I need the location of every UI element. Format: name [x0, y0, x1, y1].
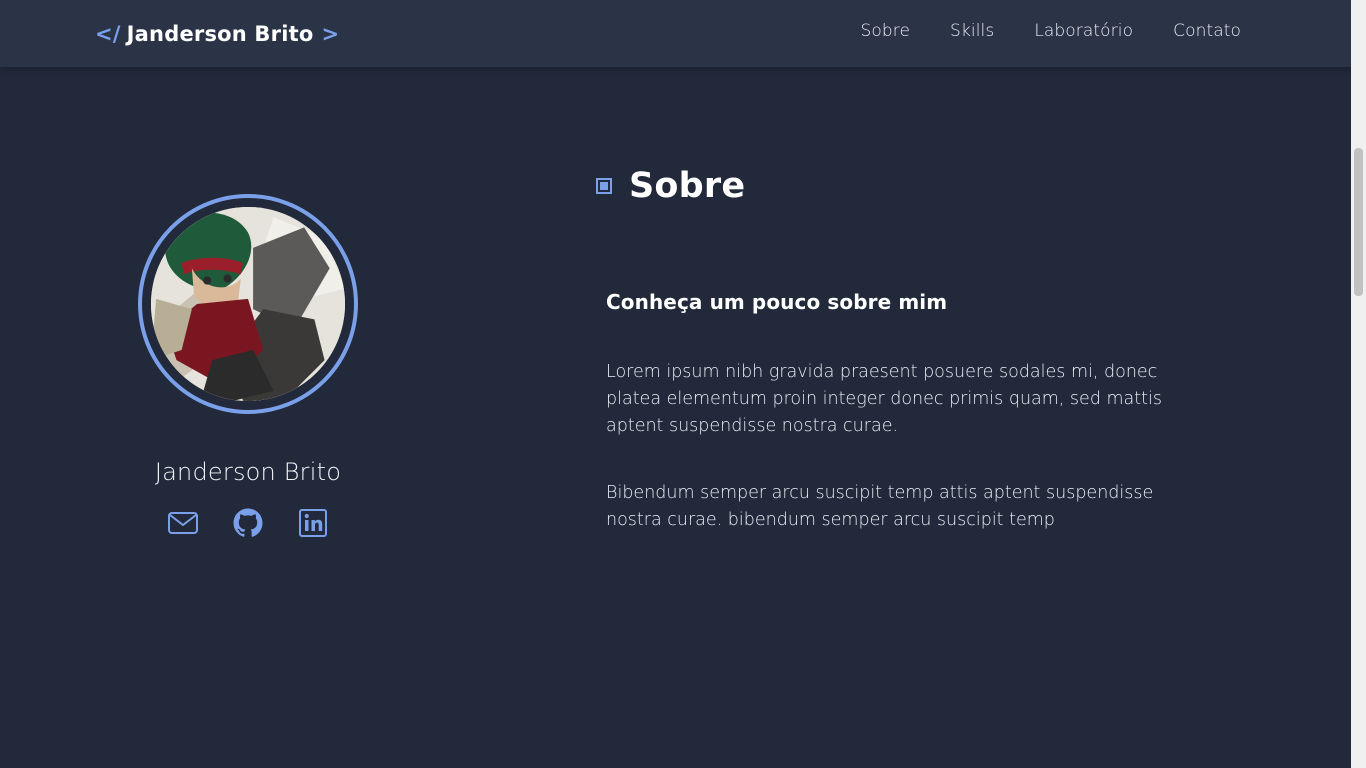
nav-link-contato[interactable]: Contato — [1173, 21, 1241, 41]
avatar-illustration — [151, 207, 345, 401]
logo-open-tag: </ — [95, 22, 121, 46]
vertical-scrollbar[interactable] — [1351, 0, 1366, 768]
top-navbar: </ Janderson Brito > Sobre Skills Labora… — [0, 0, 1351, 67]
nav-link-sobre[interactable]: Sobre — [860, 21, 910, 41]
nav-link-laboratorio[interactable]: Laboratório — [1034, 21, 1133, 41]
avatar-image — [151, 207, 345, 401]
nav-link-skills[interactable]: Skills — [950, 21, 994, 41]
linkedin-icon — [299, 509, 327, 537]
about-paragraph: Bibendum semper arcu suscipit temp attis… — [606, 483, 1154, 530]
about-subtitle: Conheça um pouco sobre mim — [606, 290, 948, 314]
section-title: Sobre — [629, 166, 746, 206]
mail-icon — [168, 512, 198, 534]
about-paragraph: Lorem ipsum nibh gravida praesent posuer… — [606, 362, 1162, 436]
page: </ Janderson Brito > Sobre Skills Labora… — [0, 0, 1366, 768]
main-nav: Sobre Skills Laboratório Contato — [860, 21, 1241, 41]
github-icon — [233, 508, 263, 537]
profile-name: Janderson Brito — [154, 458, 342, 486]
square-bullet-icon — [596, 178, 612, 194]
logo-text: Janderson Brito — [126, 22, 314, 46]
email-link[interactable] — [167, 507, 199, 539]
site-logo[interactable]: </ Janderson Brito > — [95, 20, 339, 48]
social-links — [167, 507, 329, 539]
scrollbar-thumb[interactable] — [1354, 148, 1363, 296]
linkedin-link[interactable] — [297, 507, 329, 539]
github-link[interactable] — [232, 507, 264, 539]
logo-close-tag: > — [321, 22, 340, 46]
avatar — [138, 194, 358, 414]
profile-card: Janderson Brito — [120, 194, 376, 539]
section-heading: Sobre — [596, 166, 745, 206]
